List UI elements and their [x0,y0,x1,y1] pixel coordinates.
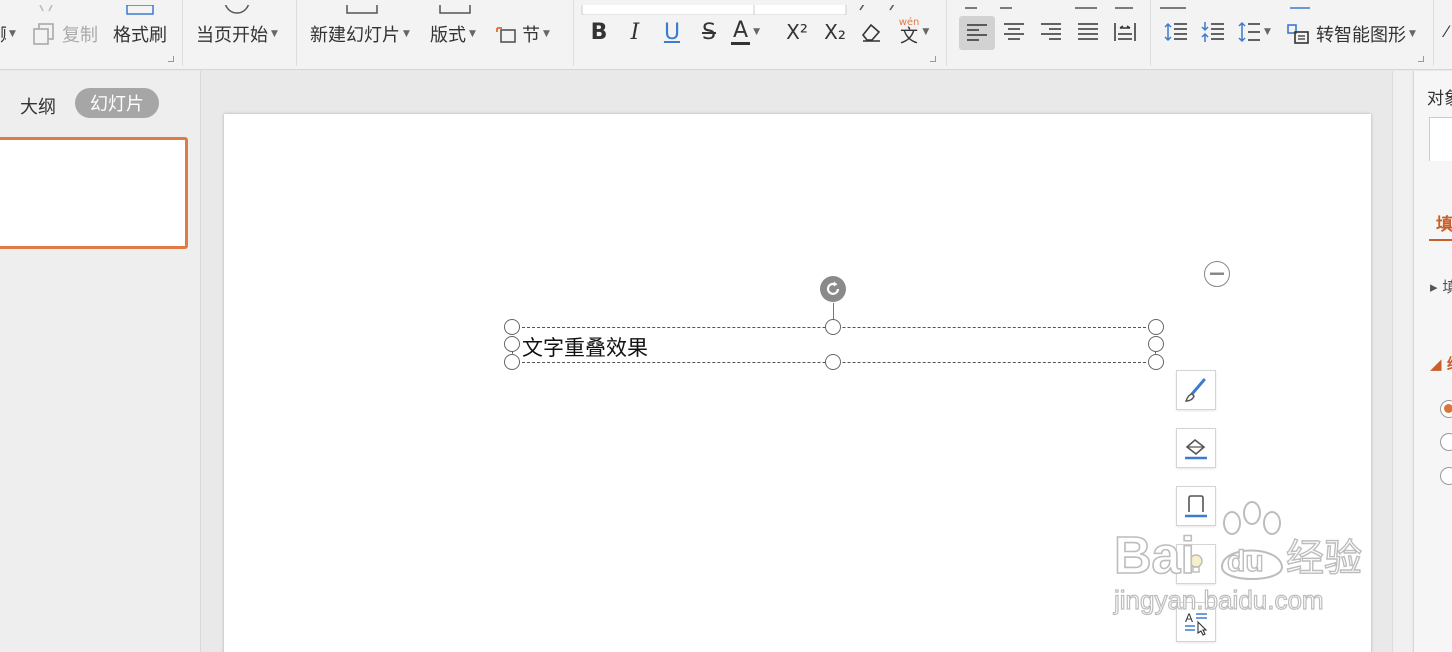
resize-handle-bottom-left[interactable] [504,354,520,370]
align-center-icon[interactable] [998,16,1030,48]
convert-smart-art-button[interactable]: 转智能图形 ▼ [1286,21,1416,47]
section-icon [494,22,518,46]
copy-label: 复制 [62,25,98,46]
superscript-icon[interactable]: X² [779,16,815,48]
resize-handle-top-right[interactable] [1148,319,1164,335]
slide-thumbnail[interactable] [0,137,188,249]
new-slide-label: 新建幻灯片 [310,25,400,46]
separator [946,0,947,66]
subscript-icon[interactable]: X₂ [817,16,853,48]
shape-fill-icon[interactable] [1176,428,1216,468]
from-current-label: 当页开始 [196,25,268,46]
line-option-radio-2[interactable] [1440,433,1452,451]
shape-outline-icon[interactable] [1176,486,1216,526]
paragraph-spacing-icon[interactable] [1197,16,1229,48]
line-option-radio-3[interactable] [1440,467,1452,485]
separator [1433,0,1434,66]
textbox-text[interactable]: 文字重叠效果 [522,332,648,362]
slide[interactable]: 文字重叠效果 A [224,114,1371,652]
format-painter-label: 格式刷 [113,25,167,46]
tab-fill[interactable]: 填充 [1436,210,1452,235]
svg-text:A: A [1185,611,1193,625]
shape-style-icon[interactable] [1176,370,1216,410]
panel-tab-area [1429,117,1452,161]
collapse-toolbar-icon[interactable] [1204,261,1230,287]
panel-title: 对象属性 [1427,89,1452,109]
resize-handle-top-left[interactable] [504,319,520,335]
clipped-ribbon-item: ⁄ [1445,22,1448,41]
line-section-header[interactable]: ◢ 线条 [1430,353,1452,374]
vertical-scrollbar[interactable] [1392,71,1412,652]
strikethrough-icon[interactable]: S [693,16,725,48]
resize-handle-bottom-right[interactable] [1148,354,1164,370]
phonetic-guide-icon[interactable]: wén 文 ▼ [892,16,936,48]
separator [573,0,574,66]
format-painter-button[interactable]: 格式刷 [113,21,167,47]
font-color-icon[interactable]: A ▼ [731,16,775,48]
slide-navigation-panel: 大纲 幻灯片 [0,71,201,652]
copy-button[interactable]: 复制 [32,21,98,47]
paragraph-group-launcher[interactable] [1418,56,1424,62]
ribbon-toolbar: 贴▼ 复制 格式刷 当页开始▼ 新建幻灯片▼ 版式▼ 节▼ B I U S A▼… [0,0,1452,70]
copy-icon [32,22,56,46]
line-section-label: 线条 [1447,355,1452,373]
font-color-glyph: A [731,17,751,45]
slide-editing-canvas: 文字重叠效果 A [202,71,1392,652]
resize-handle-middle-left[interactable] [504,336,520,352]
underline-icon[interactable]: U [656,16,688,48]
line-spacing-icon[interactable] [1160,16,1192,48]
tab-slides[interactable]: 幻灯片 [75,88,159,118]
smart-art-icon [1286,22,1310,46]
font-group-launcher[interactable] [930,56,936,62]
justify-icon[interactable] [1072,16,1104,48]
layout-button[interactable]: 版式 ▼ [430,21,476,47]
rotate-handle-icon[interactable] [820,276,846,302]
tab-outline[interactable]: 大纲 [20,93,56,119]
new-slide-button[interactable]: 新建幻灯片 ▼ [310,21,410,47]
text-wrap-icon[interactable]: A [1176,602,1216,642]
resize-handle-top-center[interactable] [825,319,841,335]
spacing-options-icon[interactable]: ▼ [1234,16,1274,48]
paste-button[interactable]: 贴▼ [0,21,16,47]
clipboard-group-launcher[interactable] [168,56,174,62]
section-button[interactable]: 节 ▼ [494,21,550,47]
phonetic-char: 文 [900,26,919,47]
distributed-align-icon[interactable] [1109,16,1141,48]
fill-section-label: 填充 [1442,278,1452,296]
bold-icon[interactable]: B [583,16,615,48]
fill-section-header[interactable]: ▸ 填充 [1430,276,1452,297]
resize-handle-middle-right[interactable] [1148,336,1164,352]
resize-handle-bottom-center[interactable] [825,354,841,370]
lightbulb-icon[interactable] [1176,544,1216,584]
paste-clipped-glyph: 贴 [0,21,6,47]
align-left-icon[interactable] [959,16,995,50]
line-option-radio-1[interactable] [1440,400,1452,418]
separator [296,0,297,66]
separator [182,0,183,66]
clipped-top-icons [0,0,1452,16]
play-from-current-button[interactable]: 当页开始 ▼ [196,21,278,47]
italic-icon[interactable]: I [619,16,651,48]
layout-label: 版式 [430,25,466,46]
smart-art-label: 转智能图形 [1316,25,1406,46]
active-tab-indicator [1429,239,1452,241]
align-right-icon[interactable] [1035,16,1067,48]
section-label: 节 [522,25,540,46]
object-properties-panel: 对象属性 填充 ▸ 填充 ◢ 线条 [1413,71,1452,652]
phonetic-stack: wén 文 [899,18,920,46]
separator [1150,0,1151,66]
clear-format-icon[interactable] [855,16,887,48]
